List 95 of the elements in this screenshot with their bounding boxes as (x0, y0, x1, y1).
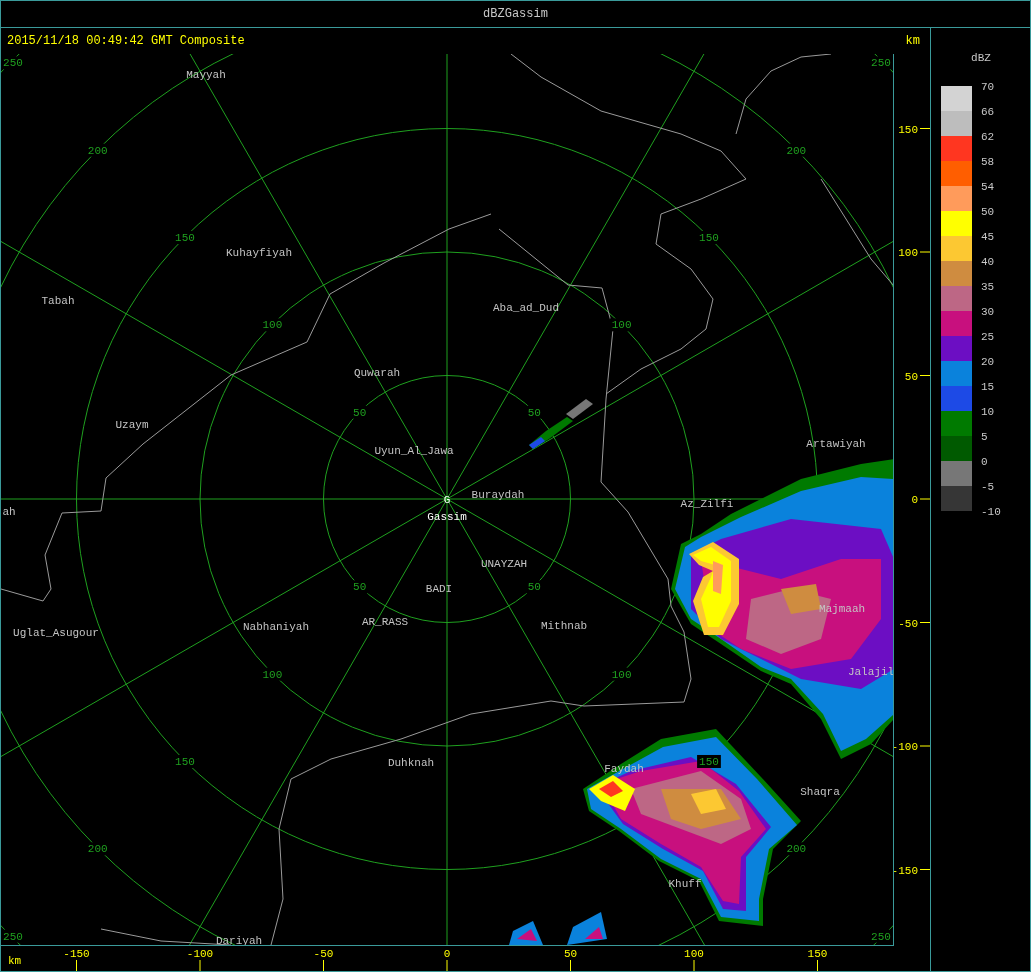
place-label: Majmaah (818, 603, 866, 615)
range-ring-label: 50 (527, 406, 541, 419)
range-ring-label: 50 (527, 581, 541, 594)
range-ring-label: 150 (699, 232, 719, 244)
range-ring-label: 250 (3, 930, 23, 943)
axis-tick (693, 959, 695, 971)
axis-tick-label: -50 (313, 948, 334, 960)
axis-tick-label: -150 (894, 864, 919, 877)
place-label: Duhknah (387, 757, 435, 769)
legend-label: 50 (981, 206, 995, 218)
axis-tick-label: -100 (894, 741, 919, 753)
axis-tick (919, 375, 930, 376)
axis-tick-label: -100 (186, 948, 214, 960)
legend-label: -5 (981, 481, 995, 493)
range-ring-label: 150 (699, 756, 719, 768)
range-ring-label: 250 (871, 57, 891, 70)
radar-site-marker: G (443, 494, 451, 506)
legend-label: 45 (981, 231, 995, 243)
axis-tick (919, 869, 930, 870)
axis-tick-label: 0 (911, 494, 919, 506)
range-ring-label: 100 (262, 319, 283, 332)
legend-label: 40 (981, 256, 995, 268)
axis-unit-label: km (8, 955, 22, 967)
place-label: Uyun_Al_Jawa (374, 445, 454, 457)
timestamp-label: 2015/11/18 00:49:42 GMT Composite (7, 34, 245, 48)
legend-label: 54 (981, 181, 995, 193)
legend-label: 5 (981, 431, 988, 443)
range-ring-label: 250 (871, 930, 891, 943)
place-label: Quwarah (353, 367, 401, 379)
legend-label: 30 (981, 306, 995, 318)
range-ring-label: 150 (175, 232, 195, 244)
axis-tick (199, 959, 201, 971)
range-ring-label: 100 (611, 668, 632, 681)
axis-tick-label: 50 (563, 948, 578, 960)
place-label: Khuff (668, 878, 702, 890)
range-ring-label: 100 (262, 668, 283, 681)
legend-label: 35 (981, 281, 995, 293)
axis-tick-label: 100 (898, 247, 919, 259)
place-label: Tabah (41, 295, 75, 307)
axis-tick (76, 959, 77, 971)
axis-tick (919, 745, 930, 747)
axis-tick (919, 128, 930, 129)
place-label: Jalajil (847, 666, 895, 678)
legend-label: 66 (981, 106, 995, 118)
legend-label: 62 (981, 131, 995, 143)
range-ring-label: 100 (611, 319, 632, 332)
axis-tick-label: 150 (807, 948, 828, 960)
place-label: Uzaym (115, 419, 149, 431)
place-label: Kuhayfiyah (226, 247, 292, 259)
axis-tick-label: -150 (63, 948, 90, 960)
axis-tick-label: 100 (684, 948, 704, 960)
place-label: Aba_ad_Dud (493, 302, 559, 314)
axis-tick-label: 150 (898, 123, 919, 136)
place-label: Uglat_Asugour (13, 627, 99, 639)
legend-label: 25 (981, 331, 995, 343)
range-ring-label: 250 (3, 57, 23, 70)
legend-label: 70 (981, 81, 995, 93)
legend-label: 10 (981, 406, 995, 418)
range-ring-label: 200 (87, 144, 108, 157)
legend-label: 15 (981, 381, 995, 393)
axis-tick (817, 959, 818, 971)
place-label: Buraydah (471, 489, 525, 501)
range-ring-label: 50 (353, 406, 367, 419)
place-label: Mithnab (540, 620, 588, 632)
legend-label: 58 (981, 156, 995, 168)
axis-tick (323, 959, 324, 971)
axis-tick (446, 959, 448, 971)
legend-label: 20 (981, 356, 995, 368)
place-label: UNAYZAH (480, 558, 528, 570)
axis-unit-label: km (905, 34, 920, 48)
axis-tick (919, 498, 930, 500)
place-label: BADI (425, 583, 453, 595)
axis-tick-label: 0 (443, 948, 451, 960)
range-ring-label: 150 (175, 756, 195, 768)
place-label: ah (2, 506, 16, 518)
legend-label: 0 (981, 456, 988, 468)
radar-site-label: Gassim (427, 511, 467, 523)
legend-title: dBZ (971, 52, 991, 64)
range-ring-label: 200 (87, 843, 108, 856)
place-label: Shaqra (800, 786, 840, 798)
axis-tick (570, 959, 571, 971)
place-label: Az_Zilfi (680, 498, 734, 510)
axis-tick-label: -50 (898, 617, 919, 630)
place-label: Faydah (604, 763, 644, 775)
place-label: Artawiyah (806, 438, 866, 450)
range-ring-label: 200 (786, 144, 807, 157)
window-title: dBZGassim (1, 1, 1030, 28)
place-label: AR_RASS (361, 616, 409, 628)
axis-tick (919, 622, 930, 623)
range-ring-label: 50 (353, 581, 367, 594)
range-ring-label: 200 (786, 843, 807, 856)
place-label: Nabhaniyah (243, 621, 309, 633)
axis-tick (919, 251, 930, 253)
legend-label: -10 (981, 506, 1001, 518)
axis-tick-label: 50 (904, 370, 919, 383)
